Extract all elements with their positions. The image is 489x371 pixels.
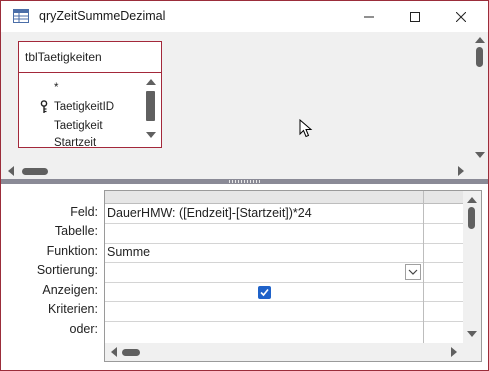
query-window: qryZeitSummeDezimal tblTaetigkeiten * Ta… xyxy=(0,0,489,371)
scroll-corner xyxy=(463,343,481,361)
field-list-item-taetigkeitid[interactable]: TaetigkeitID xyxy=(19,98,143,116)
field-list-item-startzeit[interactable]: Startzeit xyxy=(19,136,143,148)
window-title: qryZeitSummeDezimal xyxy=(39,9,166,23)
cell-funktion[interactable]: Summe xyxy=(107,243,150,262)
row-label-anzeigen: Anzeigen: xyxy=(42,283,98,297)
scroll-down-arrow-icon[interactable] xyxy=(475,152,485,158)
scroll-right-arrow-icon[interactable] xyxy=(458,166,464,176)
table-pane[interactable]: tblTaetigkeiten * TaetigkeitID Taetigkei… xyxy=(1,32,488,179)
cell-sortierung[interactable] xyxy=(107,263,403,282)
scroll-thumb[interactable] xyxy=(22,168,48,175)
scroll-up-arrow-icon[interactable] xyxy=(475,37,485,43)
field-list-item-taetigkeit[interactable]: Taetigkeit xyxy=(19,117,143,135)
scroll-thumb[interactable] xyxy=(476,47,483,67)
sortierung-dropdown-button[interactable] xyxy=(405,264,421,280)
column-selector-bar[interactable] xyxy=(105,191,463,204)
maximize-button[interactable] xyxy=(392,1,438,32)
scroll-left-arrow-icon[interactable] xyxy=(111,347,117,357)
mouse-pointer-icon xyxy=(299,119,313,138)
minimize-button[interactable] xyxy=(346,1,392,32)
field-label: Startzeit xyxy=(54,137,97,148)
scroll-down-arrow-icon[interactable] xyxy=(146,132,156,138)
chevron-down-icon xyxy=(408,269,418,275)
grid-vscroll[interactable] xyxy=(463,191,481,343)
field-label: * xyxy=(54,82,59,94)
close-button[interactable] xyxy=(438,1,484,32)
minimize-icon xyxy=(364,16,374,17)
scroll-up-arrow-icon[interactable] xyxy=(467,197,477,203)
row-label-feld: Feld: xyxy=(70,205,98,219)
field-label: TaetigkeitID xyxy=(54,101,115,113)
primary-key-icon xyxy=(40,100,48,113)
design-grid-pane[interactable]: Feld: Tabelle: Funktion: Sortierung: Anz… xyxy=(1,184,488,370)
column-separator[interactable] xyxy=(423,191,424,343)
cell-feld[interactable]: DauerHMW: ([Endzeit]-[Startzeit])*24 xyxy=(107,204,312,223)
grid-row-divider xyxy=(105,282,463,283)
grid-hscroll[interactable] xyxy=(105,343,463,361)
scroll-right-arrow-icon[interactable] xyxy=(451,347,457,357)
cell-oder[interactable] xyxy=(107,322,421,341)
cell-tabelle[interactable] xyxy=(107,224,421,243)
query-icon xyxy=(13,9,29,23)
field-list-scrollbar[interactable] xyxy=(143,73,160,145)
field-label: Taetigkeit xyxy=(54,120,103,132)
maximize-icon xyxy=(410,11,420,22)
scroll-left-arrow-icon[interactable] xyxy=(8,166,14,176)
splitter-grip[interactable] xyxy=(229,180,261,183)
row-label-tabelle: Tabelle: xyxy=(54,224,98,238)
anzeigen-checkbox[interactable] xyxy=(258,286,271,299)
field-list-item-all[interactable]: * xyxy=(19,79,143,97)
scroll-thumb[interactable] xyxy=(146,91,155,121)
table-pane-hscroll[interactable] xyxy=(1,163,471,179)
row-label-funktion: Funktion: xyxy=(46,244,98,258)
scroll-up-arrow-icon[interactable] xyxy=(146,79,156,85)
cell-kriterien[interactable] xyxy=(107,302,421,321)
grid-row-divider xyxy=(105,243,463,244)
row-label-oder: oder: xyxy=(69,322,99,336)
row-label-kriterien: Kriterien: xyxy=(47,302,98,316)
query-design-grid[interactable]: DauerHMW: ([Endzeit]-[Startzeit])*24 Sum… xyxy=(104,190,482,362)
table-title[interactable]: tblTaetigkeiten xyxy=(19,42,161,73)
table-pane-vscroll[interactable] xyxy=(471,32,488,163)
scroll-thumb[interactable] xyxy=(468,207,475,229)
title-bar[interactable]: qryZeitSummeDezimal xyxy=(1,1,488,32)
close-icon xyxy=(456,11,466,22)
scroll-down-arrow-icon[interactable] xyxy=(467,331,477,337)
table-field-list[interactable]: tblTaetigkeiten * TaetigkeitID Taetigkei… xyxy=(18,41,162,148)
checkmark-icon xyxy=(260,288,269,297)
row-label-sortierung: Sortierung: xyxy=(36,263,98,277)
scroll-thumb[interactable] xyxy=(122,349,140,356)
